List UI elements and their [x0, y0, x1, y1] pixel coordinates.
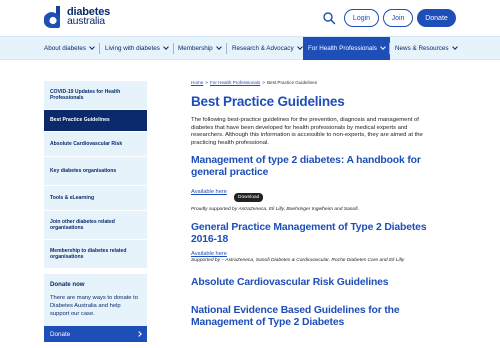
sidebar-item-best-practice-guidelines[interactable]: Best Practice Guidelines: [44, 110, 147, 132]
nav-item-label: News & Resources: [395, 45, 449, 52]
login-button[interactable]: Login: [344, 9, 379, 27]
download-tooltip: Download: [234, 193, 264, 202]
chevron-down-icon: [89, 44, 95, 50]
available-here-link[interactable]: Available here: [191, 189, 227, 195]
available-here-link[interactable]: Available here: [191, 251, 227, 257]
nav-item-label: Membership: [178, 45, 213, 52]
chevron-down-icon: [296, 44, 303, 50]
site-header: diabetes australia Login Join Donate: [0, 0, 500, 36]
header-donate-button[interactable]: Donate: [417, 9, 456, 27]
sidebar-item-key-diabetes-organisations[interactable]: Key diabetes organisations: [44, 157, 147, 186]
page-title: Best Practice Guidelines: [191, 94, 345, 109]
guideline-title: Management of type 2 diabetes: A handboo…: [191, 155, 421, 178]
nav-item-label: Research & Advocacy: [232, 45, 294, 52]
breadcrumb-section[interactable]: For Health Professionals: [210, 80, 260, 85]
main-content: Home > For Health Professionals > Best P…: [191, 80, 431, 328]
nav-item-label: Living with diabetes: [105, 45, 160, 52]
chevron-down-icon: [451, 44, 458, 50]
nav-item-membership[interactable]: Membership: [178, 37, 222, 60]
nav-item-news-resources[interactable]: News & Resources: [395, 37, 458, 60]
guideline-title: National Evidence Based Guidelines for t…: [191, 305, 400, 328]
guideline-title: Absolute Cardiovascular Risk Guidelines: [191, 277, 389, 288]
sidebar-item-membership-organisations[interactable]: Membership to diabetes related organisat…: [44, 240, 147, 269]
guideline-support-text: Supported by – AstraZeneca, Sanofi Diabe…: [191, 258, 405, 263]
guideline-support-text: Proudly supported by AstraZeneca, Eli Li…: [191, 207, 360, 213]
sidebar-donate-button[interactable]: Donate: [44, 326, 147, 342]
chevron-down-icon: [380, 44, 386, 50]
logo-mark-icon: [43, 6, 62, 29]
intro-paragraph: The following best-practice guidelines f…: [191, 117, 423, 146]
nav-item-label: About diabetes: [44, 45, 87, 52]
nav-item-research-advocacy[interactable]: Research & Advocacy: [232, 37, 303, 60]
nav-divider: [389, 43, 390, 54]
breadcrumb-separator: >: [205, 80, 208, 85]
nav-item-about-diabetes[interactable]: About diabetes: [44, 37, 95, 60]
sidebar-item-join-other-organisations[interactable]: Join other diabetes related organisation…: [44, 211, 147, 240]
donate-button-label: Donate: [50, 330, 71, 338]
breadcrumb-current: Best Practice Guidelines: [266, 80, 317, 85]
guideline-link-row: Available here: [191, 247, 431, 258]
nav-divider: [173, 43, 174, 54]
logo-line-2: australia: [67, 15, 105, 27]
donate-text: There are many ways to donate to Diabete…: [50, 295, 138, 317]
chevron-down-icon: [163, 44, 169, 50]
join-button[interactable]: Join: [383, 9, 413, 27]
sidebar-item-covid-19-updates[interactable]: COVID-19 Updates for Health Professional…: [44, 81, 147, 110]
breadcrumb: Home > For Health Professionals > Best P…: [191, 80, 431, 85]
nav-divider: [226, 43, 227, 54]
sidebar: COVID-19 Updates for Health Professional…: [44, 81, 147, 342]
sidebar-item-absolute-cardiovascular-risk[interactable]: Absolute Cardiovascular Risk: [44, 132, 147, 157]
nav-item-for-health-professionals[interactable]: For Health Professionals: [303, 37, 390, 60]
guideline-link-row: Available here: [191, 180, 431, 198]
nav-divider: [99, 43, 100, 54]
search-icon[interactable]: [322, 11, 336, 25]
breadcrumb-separator: >: [262, 80, 265, 85]
breadcrumb-home[interactable]: Home: [191, 80, 203, 85]
nav-item-label: For Health Professionals: [308, 45, 377, 52]
logo-text: diabetes australia: [67, 7, 110, 27]
chevron-down-icon: [215, 44, 222, 50]
donate-panel: Donate now There are many ways to donate…: [44, 274, 147, 326]
donate-title: Donate now: [50, 281, 85, 288]
guideline-title: General Practice Management of Type 2 Di…: [191, 222, 427, 245]
diabetes-australia-logo[interactable]: diabetes australia: [43, 6, 110, 29]
sidebar-item-tools-elearning[interactable]: Tools & eLearning: [44, 186, 147, 211]
chevron-right-icon: [136, 331, 142, 337]
main-navigation: About diabetes Living with diabetes Memb…: [0, 36, 500, 60]
nav-item-living-with-diabetes[interactable]: Living with diabetes: [105, 37, 169, 60]
